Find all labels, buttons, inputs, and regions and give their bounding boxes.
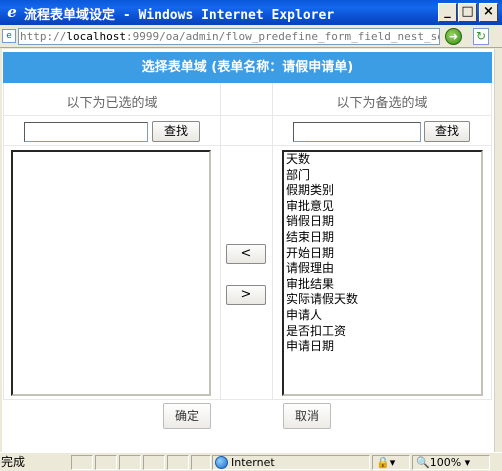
minimize-button[interactable]: _ (438, 3, 457, 22)
available-fields-listbox[interactable]: 天数 部门 假期类别 审批意见 销假日期 结束日期 开始日期 请假理由 审批结果 实际请假天数 申请… (282, 150, 483, 396)
move-right-button[interactable]: > (226, 285, 266, 305)
status-segment (95, 455, 117, 470)
zone-label: Internet (231, 456, 275, 469)
lock-icon[interactable]: 🔒▾ (376, 455, 395, 470)
page-title: 选择表单域 (表单名称：请假申请单) (3, 52, 492, 83)
list-item[interactable]: 实际请假天数 (284, 292, 481, 308)
globe-icon (215, 456, 228, 469)
internet-explorer-icon: e (7, 3, 17, 21)
address-bar: e http://localhost:9999/oa/admin/flow_pr… (0, 25, 502, 48)
list-item[interactable]: 申请日期 (284, 339, 481, 355)
move-left-button[interactable]: < (226, 244, 266, 264)
status-segment (71, 455, 93, 470)
zoom-level: 100% (429, 456, 462, 469)
divider (272, 83, 273, 400)
list-item[interactable]: 申请人 (284, 308, 481, 324)
status-bar: 完成 Internet 🔒▾ 🔍100% ▾ (0, 452, 502, 471)
url-prefix: http:// (20, 30, 67, 43)
status-segment (119, 455, 141, 470)
maximize-button[interactable]: □ (458, 3, 477, 22)
scrollbar-track[interactable] (494, 49, 502, 452)
divider (491, 83, 492, 400)
status-text: 完成 (1, 455, 26, 469)
list-item[interactable]: 请假理由 (284, 261, 481, 277)
list-item[interactable]: 是否扣工资 (284, 324, 481, 340)
status-segment (143, 455, 165, 470)
window-titlebar: e 流程表单域设定 - Windows Internet Explorer _ … (0, 0, 502, 25)
list-item[interactable]: 部门 (284, 168, 481, 184)
divider (3, 115, 492, 116)
cancel-button[interactable]: 取消 (283, 403, 331, 429)
url-host: localhost (66, 30, 126, 43)
close-button[interactable]: × (479, 3, 498, 22)
divider (3, 83, 4, 400)
security-zone: Internet (215, 455, 275, 470)
available-fields-caption: 以下为备选的域 (336, 96, 428, 111)
divider (220, 83, 221, 400)
page-icon: e (2, 29, 16, 43)
list-item[interactable]: 销假日期 (284, 214, 481, 230)
status-segment (167, 455, 189, 470)
divider (3, 145, 492, 146)
list-item[interactable]: 审批结果 (284, 277, 481, 293)
zoom-control[interactable]: 🔍100% ▾ (416, 455, 470, 470)
selected-search-button[interactable]: 查找 (152, 121, 200, 142)
selected-fields-caption: 以下为已选的域 (66, 96, 158, 111)
window-title: 流程表单域设定 - Windows Internet Explorer (24, 8, 335, 23)
url-field[interactable]: http://localhost:9999/oa/admin/flow_pred… (18, 28, 440, 45)
confirm-button[interactable]: 确定 (163, 403, 211, 429)
list-item[interactable]: 天数 (284, 152, 481, 168)
selected-search-input[interactable] (24, 122, 148, 142)
magnifier-icon: 🔍 (416, 456, 430, 469)
divider (3, 399, 492, 400)
page-content: 选择表单域 (表单名称：请假申请单) 以下为已选的域 以下为备选的域 查找 查找… (0, 49, 502, 452)
list-item[interactable]: 假期类别 (284, 183, 481, 199)
refresh-icon[interactable]: ↻ (473, 28, 489, 45)
list-item[interactable]: 结束日期 (284, 230, 481, 246)
frame-border (0, 49, 2, 452)
status-segment (191, 455, 211, 470)
list-item[interactable]: 审批意见 (284, 199, 481, 215)
url-path: :9999/oa/admin/flow_predefine_form_field… (125, 30, 439, 43)
available-search-input[interactable] (293, 122, 421, 142)
available-search-button[interactable]: 查找 (424, 121, 470, 142)
go-icon[interactable]: ➜ (445, 28, 462, 45)
list-item[interactable]: 开始日期 (284, 246, 481, 262)
selected-fields-listbox[interactable] (11, 150, 211, 396)
